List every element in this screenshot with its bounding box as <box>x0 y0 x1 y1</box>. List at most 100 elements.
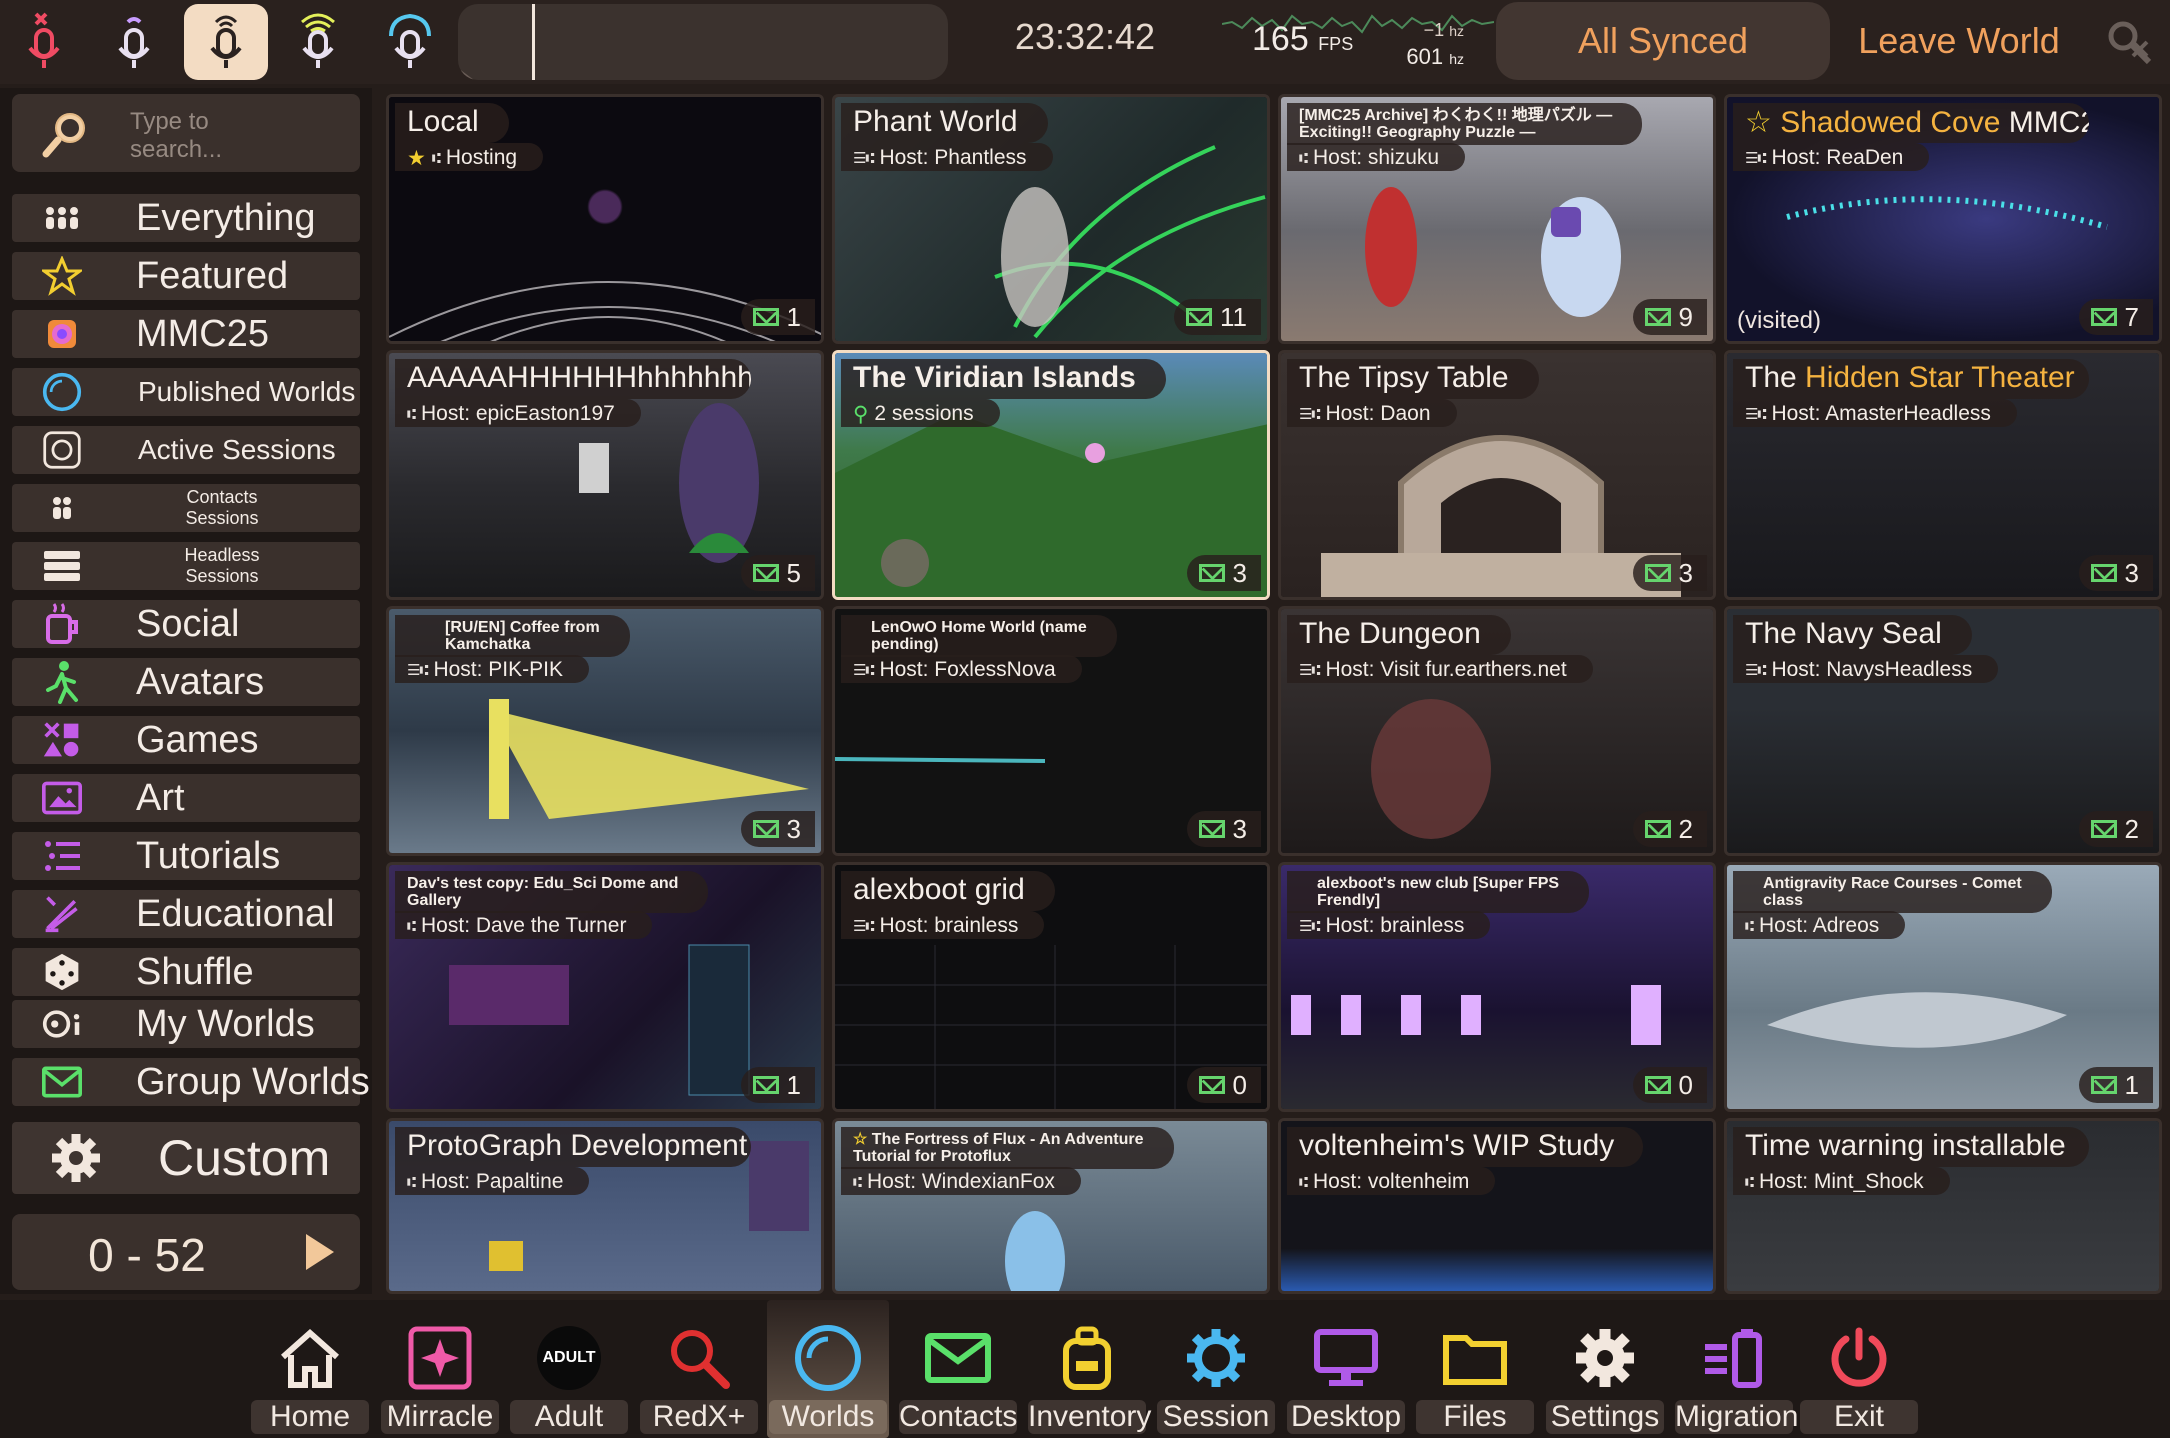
category-mmc25[interactable]: MMC25 <box>12 310 360 358</box>
user-count-value: 2 <box>2124 813 2139 844</box>
page-range-control: 0 - 52 <box>12 1214 360 1290</box>
world-subtitle: ☰⑆ Host: brainless <box>1287 911 1491 939</box>
dock-session-button[interactable]: Session <box>1155 1300 1277 1438</box>
mail-icon <box>2090 820 2117 838</box>
star-icon: ★ <box>407 146 426 170</box>
category-games[interactable]: Games <box>12 716 360 764</box>
category-art[interactable]: Art <box>12 774 360 822</box>
user-count-value: 7 <box>2124 301 2139 332</box>
mail-icon <box>1644 1076 1671 1094</box>
dock-contacts-button[interactable]: Contacts <box>897 1300 1019 1438</box>
leave-world-button[interactable]: Leave World <box>1838 2 2080 80</box>
world-title: Antigravity Race Courses - Comet class <box>1733 871 2052 913</box>
category-group-worlds[interactable]: Group Worlds <box>12 1058 370 1106</box>
fps-delta: −1 hz <box>1424 20 1464 41</box>
lock-button[interactable] <box>2092 4 2166 80</box>
magnifier-icon <box>638 1318 760 1398</box>
dock-home-button[interactable]: Home <box>249 1300 371 1438</box>
dock-migration-button[interactable]: Migration <box>1673 1300 1798 1438</box>
world-card[interactable]: LenOwO Home World (name pending) ☰⑆ Host:… <box>832 606 1270 856</box>
user-count: 2 <box>2078 811 2153 847</box>
category-published-worlds[interactable]: Published Worlds <box>12 368 360 416</box>
dock-adult-button[interactable]: ADULT Adult <box>508 1300 630 1438</box>
voice-muted-button[interactable] <box>2 4 86 80</box>
voice-normal-button[interactable] <box>184 4 268 80</box>
world-card[interactable]: voltenheim's WIP Study ⑆ Host: voltenheim <box>1278 1118 1716 1294</box>
world-card[interactable]: [RU/EN] Coffee from Kamchatka ☰⑆ Host: PI… <box>386 606 824 856</box>
category-custom[interactable]: Custom <box>12 1122 360 1194</box>
dock-label: RedX+ <box>640 1400 758 1434</box>
category-educational[interactable]: Educational <box>12 890 360 938</box>
category-social[interactable]: Social <box>12 600 360 648</box>
category-active-sessions[interactable]: Active Sessions <box>12 426 360 474</box>
headless-tag-icon: ☰⑆ <box>1745 150 1766 167</box>
mail-icon <box>1198 820 1225 838</box>
dock-mirracle-button[interactable]: Mirracle <box>379 1300 501 1438</box>
dock-worlds-button[interactable]: Worlds <box>767 1300 889 1438</box>
world-card-selected[interactable]: The Viridian Islands ⚲ 2 sessions 3 <box>832 350 1270 600</box>
my-worlds-icon <box>42 1004 82 1044</box>
world-card[interactable]: The Tipsy Table ☰⑆ Host: Daon 3 <box>1278 350 1716 600</box>
category-shuffle[interactable]: Shuffle <box>12 948 360 996</box>
user-count-value: 1 <box>2124 1069 2139 1100</box>
voice-level-scrubber[interactable] <box>458 4 948 80</box>
category-my-worlds[interactable]: My Worlds <box>12 1000 360 1048</box>
search-input[interactable]: Type to search... <box>130 108 350 164</box>
mail-icon <box>2090 564 2117 582</box>
world-card[interactable]: ☆ The Fortress of Flux - An Adventure Tu… <box>832 1118 1270 1294</box>
world-title-text: The Fortress of Flux - An Adventure Tuto… <box>853 1131 1144 1165</box>
dock-files-button[interactable]: Files <box>1414 1300 1536 1438</box>
world-card[interactable]: Antigravity Race Courses - Comet class ⑆… <box>1724 862 2162 1112</box>
category-label: Everything <box>136 196 316 239</box>
world-card[interactable]: The Dungeon ☰⑆ Host: Visit fur.earthers.n… <box>1278 606 1716 856</box>
star-icon: ☆ <box>1745 106 1781 139</box>
world-card[interactable]: alexboot grid ☰⑆ Host: brainless 0 <box>832 862 1270 1112</box>
sync-status-button[interactable]: All Synced <box>1496 2 1830 80</box>
category-label: Headless Sessions <box>184 545 260 586</box>
world-card[interactable]: ☆ Shadowed Cove MMC25 ☰⑆ Host: ReaDen (vi… <box>1724 94 2162 344</box>
world-card[interactable]: Dav's test copy: Edu_Sci Dome and Galler… <box>386 862 824 1112</box>
search-box[interactable]: Type to search... <box>12 94 360 172</box>
world-card[interactable]: Phant World ☰⑆ Host: Phantless 11 <box>832 94 1270 344</box>
bottom-dock: Home Mirracle ADULT Adult RedX+ Worlds C… <box>0 1300 2170 1438</box>
next-page-button[interactable] <box>306 1234 334 1270</box>
category-avatars[interactable]: Avatars <box>12 658 360 706</box>
category-headless-sessions[interactable]: Headless Sessions <box>12 542 360 590</box>
dock-redx-button[interactable]: RedX+ <box>638 1300 760 1438</box>
world-subtitle: ☰⑆ Host: PIK-PIK <box>395 655 589 683</box>
category-everything[interactable]: Everything <box>12 194 360 242</box>
voice-broadcast-button[interactable] <box>368 4 452 80</box>
world-card[interactable]: ProtoGraph Development ⑆ Host: Papaltine <box>386 1118 824 1294</box>
voice-whisper-button[interactable] <box>92 4 176 80</box>
world-title: ☆ The Fortress of Flux - An Adventure Tu… <box>841 1127 1174 1169</box>
world-card[interactable]: The Hidden Star Theater ☰⑆ Host: AmasterH… <box>1724 350 2162 600</box>
world-card[interactable]: Local ★ ⑆ Hosting 1 <box>386 94 824 344</box>
scrubber-needle[interactable] <box>532 4 535 80</box>
dock-desktop-button[interactable]: Desktop <box>1285 1300 1407 1438</box>
world-title: The Tipsy Table <box>1287 359 1539 399</box>
voice-shout-button[interactable] <box>276 4 360 80</box>
refresh-rate: 601 hz <box>1406 44 1464 70</box>
list-icon <box>42 836 82 876</box>
world-card[interactable]: Time warning installable ⑆ Host: Mint_Sho… <box>1724 1118 2162 1294</box>
category-label: Published Worlds <box>138 376 356 407</box>
category-contacts-sessions[interactable]: Contacts Sessions <box>12 484 360 532</box>
dock-exit-button[interactable]: Exit <box>1798 1300 1920 1438</box>
world-card[interactable]: alexboot's new club [Super FPS Frendly] … <box>1278 862 1716 1112</box>
world-host: Host: ReaDen <box>1771 146 1904 169</box>
category-featured[interactable]: Featured <box>12 252 360 300</box>
headless-tag-icon: ☰⑆ <box>853 918 874 935</box>
world-card[interactable]: [MMC25 Archive] わくわく!! 地理パズル — Exciting!… <box>1278 94 1716 344</box>
sparkle-icon <box>379 1318 501 1398</box>
world-grid: Local ★ ⑆ Hosting 1 Phant World ☰⑆ Host: Ph… <box>378 88 2170 1294</box>
mail-icon <box>42 1062 82 1102</box>
category-tutorials[interactable]: Tutorials <box>12 832 360 880</box>
world-title: Local <box>395 103 509 143</box>
dock-inventory-button[interactable]: Inventory <box>1026 1300 1151 1438</box>
dock-settings-button[interactable]: Settings <box>1544 1300 1666 1438</box>
world-card[interactable]: AAAAAHHHHHHhhhhhhhhh ⑆ Host: epicEaston19… <box>386 350 824 600</box>
world-title-highlight: Shadowed Cove <box>1780 106 2001 139</box>
world-card[interactable]: The Navy Seal ☰⑆ Host: NavysHeadless 2 <box>1724 606 2162 856</box>
globe-icon <box>767 1318 889 1398</box>
user-count: 2 <box>1632 811 1707 847</box>
